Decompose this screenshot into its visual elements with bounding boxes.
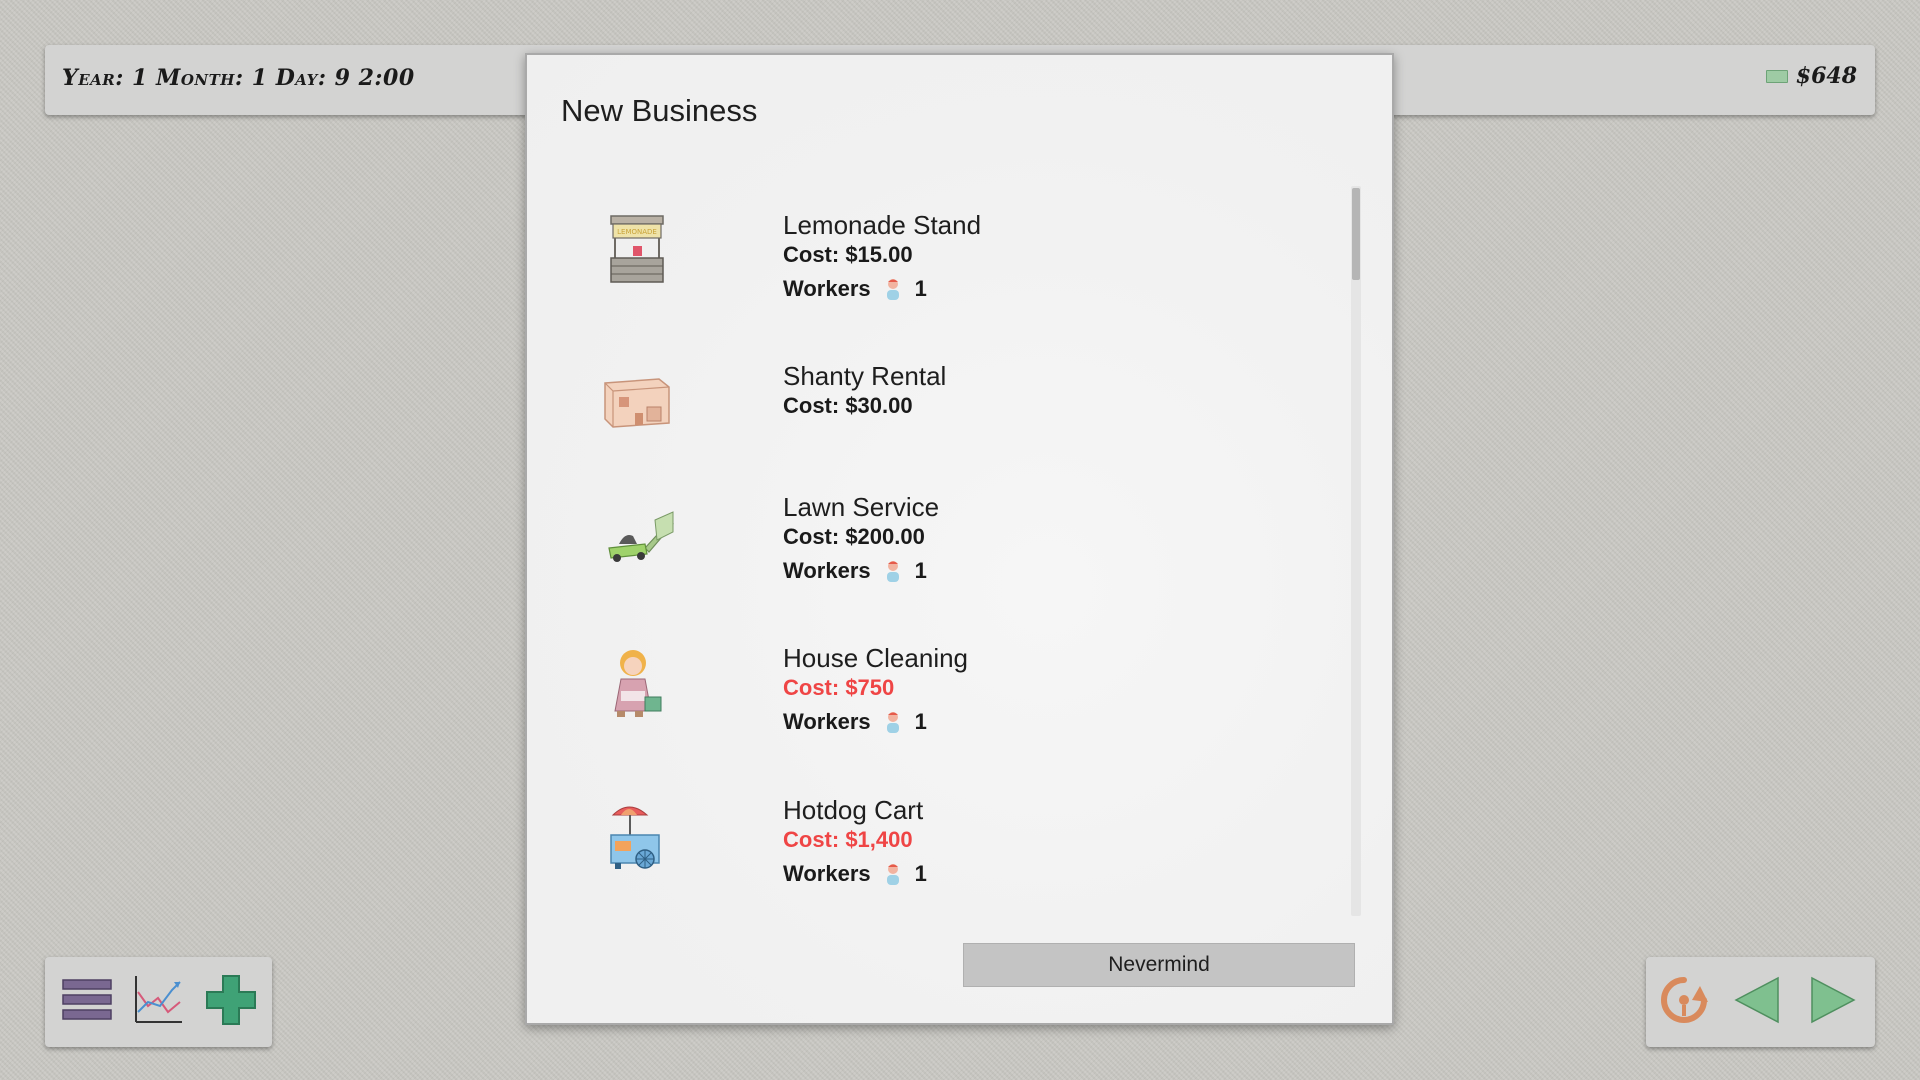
workers-count: 1 xyxy=(914,861,927,886)
left-toolbar xyxy=(45,957,272,1047)
right-toolbar xyxy=(1646,957,1875,1047)
menu-icon[interactable] xyxy=(59,972,115,1028)
cash-icon xyxy=(1765,69,1788,83)
game-date: Year: 1 Month: 1 Day: 9 2:00 xyxy=(62,65,415,91)
house-cleaner-icon xyxy=(614,650,662,717)
workers-label: Workers xyxy=(783,709,871,734)
worker-icon xyxy=(886,712,899,733)
money-amount: $648 xyxy=(1795,63,1857,89)
new-business-dialog: New Business LEMONADE Lemonade Stand Cos… xyxy=(525,53,1394,1025)
workers-row: Workers 1 xyxy=(783,556,939,586)
workers-row: Workers 1 xyxy=(783,707,968,737)
business-item-hotdog-cart[interactable]: Hotdog Cart Cost: $1,400 Workers 1 xyxy=(597,795,1297,925)
business-cost: Cost: $30.00 xyxy=(783,393,913,418)
previous-icon[interactable] xyxy=(1730,972,1786,1028)
svg-text:LEMONADE: LEMONADE xyxy=(617,228,657,236)
business-cost: Cost: $750 xyxy=(783,675,895,700)
workers-label: Workers xyxy=(783,558,871,583)
stats-chart-icon[interactable] xyxy=(130,972,186,1028)
workers-count: 1 xyxy=(914,709,927,734)
business-list-scrollbar[interactable] xyxy=(1351,186,1361,916)
workers-label: Workers xyxy=(783,861,871,886)
restart-icon[interactable] xyxy=(1656,972,1712,1028)
workers-row: Workers 1 xyxy=(783,859,927,889)
business-item-house-cleaning[interactable]: House Cleaning Cost: $750 Workers 1 xyxy=(597,643,1297,773)
workers-count: 1 xyxy=(914,276,927,301)
business-cost: Cost: $15.00 xyxy=(783,242,913,267)
add-business-icon[interactable] xyxy=(203,972,259,1028)
business-name: Lawn Service xyxy=(783,492,940,522)
dialog-title: New Business xyxy=(561,93,758,128)
money-display: $648 xyxy=(1765,63,1857,89)
workers-row: Workers 1 xyxy=(783,274,981,304)
worker-icon xyxy=(886,864,899,885)
next-icon[interactable] xyxy=(1804,972,1860,1028)
business-cost: Cost: $1,400 xyxy=(783,827,913,852)
business-cost: Cost: $200.00 xyxy=(783,524,925,549)
workers-label: Workers xyxy=(783,276,871,301)
business-name: Hotdog Cart xyxy=(783,795,924,825)
workers-count: 1 xyxy=(914,558,927,583)
business-item-lemonade-stand[interactable]: LEMONADE Lemonade Stand Cost: $15.00 Wor… xyxy=(597,210,1297,340)
hotdog-cart-icon xyxy=(610,806,660,869)
shanty-icon xyxy=(604,378,670,428)
worker-icon xyxy=(886,561,899,582)
lawn-mower-icon xyxy=(608,511,674,562)
business-name: Shanty Rental xyxy=(783,361,947,391)
business-item-lawn-service[interactable]: Lawn Service Cost: $200.00 Workers 1 xyxy=(597,492,1297,622)
business-item-shanty-rental[interactable]: Shanty Rental Cost: $30.00 xyxy=(597,361,1297,491)
nevermind-button[interactable]: Nevermind xyxy=(963,943,1355,987)
worker-icon xyxy=(886,279,899,300)
business-name: House Cleaning xyxy=(783,643,969,673)
business-name: Lemonade Stand xyxy=(783,210,982,240)
scrollbar-thumb[interactable] xyxy=(1352,188,1360,280)
lemonade-stand-icon: LEMONADE xyxy=(610,215,664,283)
